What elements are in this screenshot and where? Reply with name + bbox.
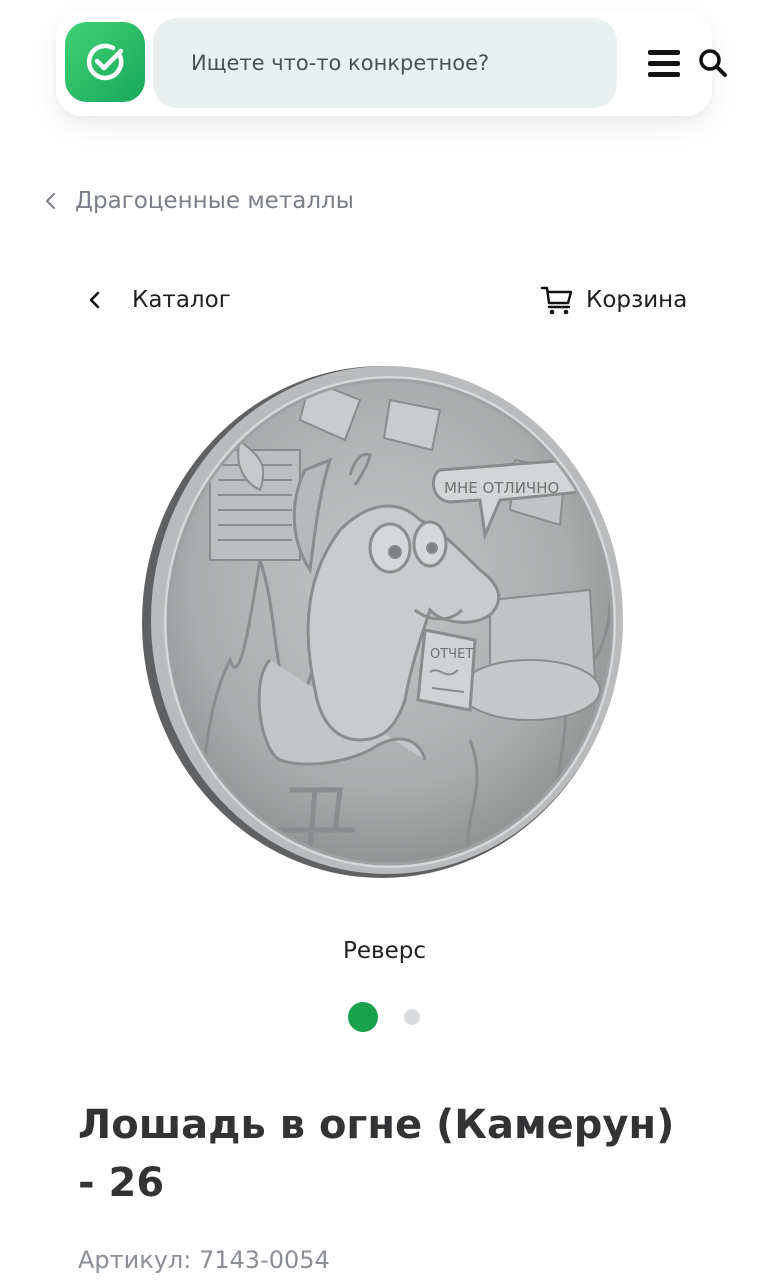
carousel-dots: [348, 1002, 420, 1032]
catalog-label: Каталог: [132, 287, 231, 313]
checkmark-circle-icon: [86, 43, 124, 81]
coin-image: ОТЧЕТ МНЕ ОТЛИЧНО: [142, 366, 623, 878]
breadcrumb-label: Драгоценные металлы: [75, 188, 354, 214]
chevron-left-icon: [46, 193, 55, 209]
search-bar[interactable]: [153, 18, 727, 108]
product-image[interactable]: ОТЧЕТ МНЕ ОТЛИЧНО: [140, 360, 630, 880]
cart-label: Корзина: [586, 287, 688, 313]
carousel-dot-1[interactable]: [348, 1002, 378, 1032]
image-caption: Реверс: [343, 938, 426, 964]
search-icon[interactable]: [697, 47, 729, 79]
search-input[interactable]: [191, 43, 531, 83]
product-title: Лошадь в огне (Камерун) - 26: [78, 1102, 675, 1206]
coin-speech-bubble-text: МНЕ ОТЛИЧНО: [444, 479, 559, 497]
back-arrow-icon: [89, 291, 100, 309]
hamburger-menu-icon[interactable]: [648, 50, 682, 78]
cart-link[interactable]: Корзина: [540, 282, 687, 318]
cart-icon: [540, 286, 573, 315]
logo[interactable]: [65, 22, 145, 102]
carousel-dot-2[interactable]: [404, 1009, 420, 1025]
breadcrumb[interactable]: Драгоценные металлы: [40, 184, 354, 218]
product-sku: Артикул: 7143-0054: [78, 1246, 330, 1274]
back-to-catalog-link[interactable]: Каталог: [86, 282, 231, 318]
coin-paper-text: ОТЧЕТ: [430, 647, 473, 662]
